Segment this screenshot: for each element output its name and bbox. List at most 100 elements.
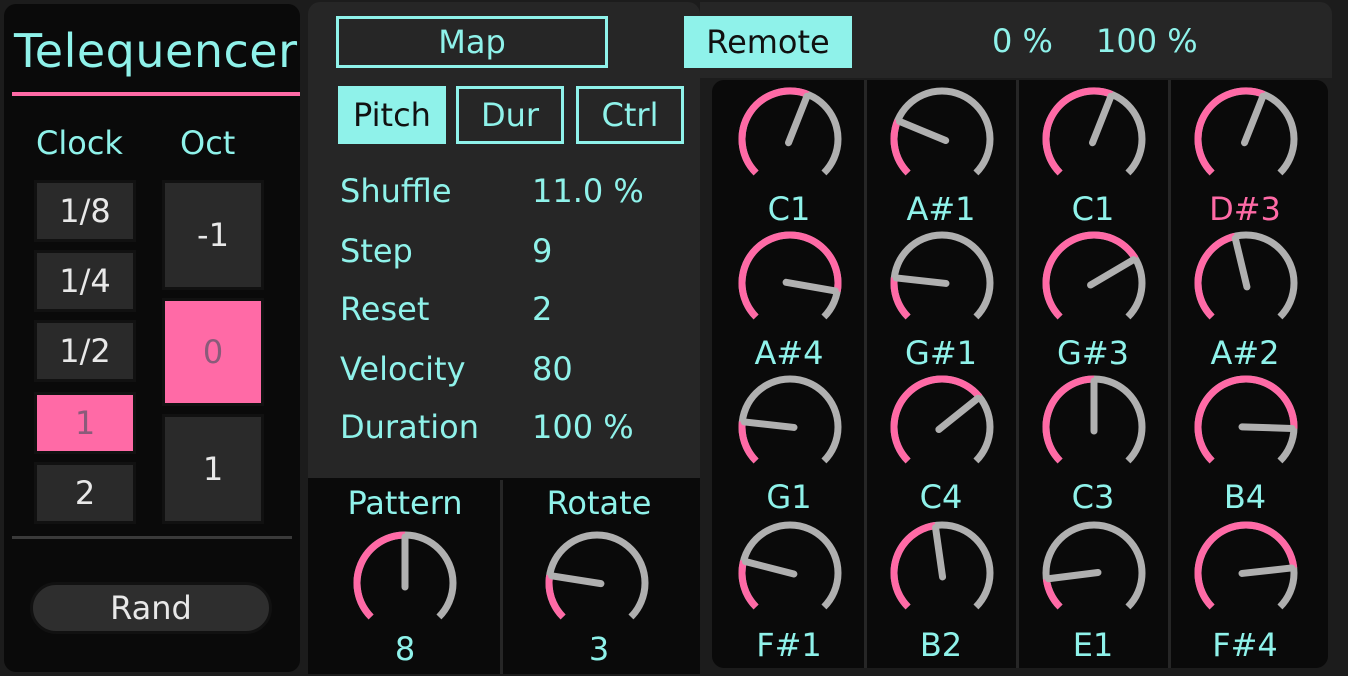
knob-value-arc: [545, 574, 566, 620]
step-knob-6[interactable]: [889, 230, 995, 336]
clock-option-1-2[interactable]: 1/2: [34, 320, 136, 382]
step-knob-13[interactable]: [737, 520, 843, 626]
velocity-value[interactable]: 80: [532, 350, 573, 388]
pattern-value: 8: [394, 630, 416, 668]
step-note-label: E1: [1072, 626, 1114, 664]
knob-value-arc: [353, 531, 406, 620]
step-value[interactable]: 9: [532, 232, 552, 270]
knob-value-arc: [1194, 87, 1265, 176]
knob-value-arc: [1042, 375, 1095, 464]
duration-label: Duration: [340, 408, 479, 446]
knob-value-arc: [738, 560, 759, 610]
map-button[interactable]: Map: [336, 16, 608, 68]
pattern-label: Pattern: [347, 484, 463, 522]
divider: [864, 80, 867, 668]
clock-option-1-8[interactable]: 1/8: [34, 180, 136, 242]
step-knob-4[interactable]: [1193, 86, 1299, 192]
knob-value-arc: [890, 522, 936, 610]
rotate-knob[interactable]: [544, 530, 650, 636]
knob-value-arc: [1042, 231, 1139, 320]
knob-pointer: [782, 278, 839, 295]
knob-value-arc: [738, 421, 759, 464]
step-note-label: G1: [766, 478, 812, 516]
knob-pointer: [548, 572, 605, 588]
tab-pitch[interactable]: Pitch: [338, 86, 446, 144]
tab-ctrl[interactable]: Ctrl: [576, 86, 684, 144]
knob-value-arc: [1042, 578, 1063, 610]
divider: [12, 536, 292, 539]
knob-pointer: [1231, 234, 1251, 291]
knob-track: [890, 87, 994, 176]
step-note-label: B2: [919, 626, 963, 664]
knob-pointer: [1238, 564, 1296, 577]
step-knob-14[interactable]: [889, 520, 995, 626]
step-knob-15[interactable]: [1041, 520, 1147, 626]
step-knob-2[interactable]: [889, 86, 995, 192]
range-min: 0 %: [992, 22, 1053, 60]
step-knob-7[interactable]: [1041, 230, 1147, 336]
step-note-label: A#2: [1210, 334, 1280, 372]
knob-pointer: [896, 117, 950, 145]
step-note-label: G#1: [905, 334, 977, 372]
rotate-value: 3: [588, 630, 610, 668]
clock-option-1[interactable]: 1: [34, 392, 136, 454]
pattern-knob[interactable]: [352, 530, 458, 636]
shuffle-label: Shuffle: [340, 172, 452, 210]
step-knob-16[interactable]: [1193, 520, 1299, 626]
duration-value[interactable]: 100 %: [532, 408, 634, 446]
step-knob-5[interactable]: [737, 230, 843, 336]
step-note-label: F#4: [1212, 626, 1278, 664]
step-note-label: C1: [767, 190, 811, 228]
reset-label: Reset: [340, 290, 430, 328]
step-note-label: B4: [1223, 478, 1267, 516]
step-note-label: C1: [1071, 190, 1115, 228]
step-knob-11[interactable]: [1041, 374, 1147, 480]
knob-value-arc: [890, 277, 911, 320]
oct-option-minus-1[interactable]: -1: [162, 180, 264, 290]
knob-pointer: [1089, 92, 1115, 147]
step-knob-3[interactable]: [1041, 86, 1147, 192]
clock-label: Clock: [36, 124, 123, 162]
knob-pointer: [740, 418, 798, 431]
reset-value[interactable]: 2: [532, 290, 552, 328]
knob-value-arc: [890, 375, 983, 464]
tab-dur[interactable]: Dur: [456, 86, 564, 144]
step-knob-1[interactable]: [737, 86, 843, 192]
oct-option-1[interactable]: 1: [162, 414, 264, 524]
knob-pointer: [741, 558, 798, 578]
knob-pointer: [1238, 423, 1296, 432]
knob-pointer: [1087, 256, 1138, 289]
range-max: 100 %: [1096, 22, 1198, 60]
rotate-label: Rotate: [546, 484, 652, 522]
divider: [1168, 80, 1171, 668]
knob-track: [1042, 521, 1146, 610]
step-knob-12[interactable]: [1193, 374, 1299, 480]
step-label: Step: [340, 232, 413, 270]
knob-pointer: [892, 274, 950, 287]
velocity-label: Velocity: [340, 350, 466, 388]
oct-label: Oct: [180, 124, 236, 162]
knob-pointer: [932, 523, 947, 581]
knob-pointer: [1044, 568, 1102, 583]
knob-value-arc: [1194, 232, 1236, 320]
step-note-label: C3: [1071, 478, 1115, 516]
step-knob-8[interactable]: [1193, 230, 1299, 336]
knob-value-arc: [890, 119, 911, 176]
knob-pointer: [1241, 92, 1267, 147]
clock-option-2[interactable]: 2: [34, 462, 136, 524]
step-note-label: D#3: [1209, 190, 1281, 228]
step-knob-9[interactable]: [737, 374, 843, 480]
knob-pointer: [785, 92, 811, 147]
step-note-label: A#1: [906, 190, 976, 228]
divider: [1016, 80, 1019, 668]
oct-option-0[interactable]: 0: [162, 298, 264, 406]
clock-option-1-4[interactable]: 1/4: [34, 250, 136, 312]
shuffle-value[interactable]: 11.0 %: [532, 172, 644, 210]
step-note-label: G#3: [1057, 334, 1129, 372]
step-knob-10[interactable]: [889, 374, 995, 480]
knob-value-arc: [738, 87, 809, 176]
app-title: Telequencer: [14, 24, 298, 78]
remote-button[interactable]: Remote: [684, 16, 852, 68]
step-note-label: C4: [919, 478, 963, 516]
rand-button[interactable]: Rand: [30, 582, 272, 634]
